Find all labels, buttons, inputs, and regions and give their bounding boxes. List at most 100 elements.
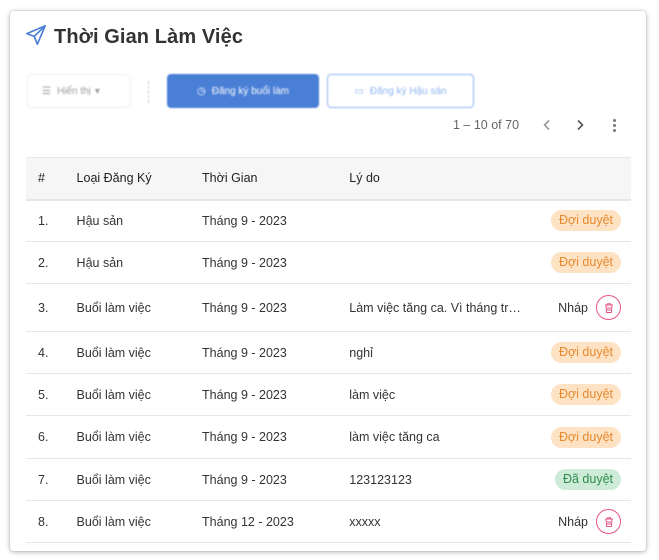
registration-time-cell: Tháng 9 - 2023: [202, 374, 349, 416]
registration-reason: 123123123: [349, 472, 412, 487]
registration-reason: nghỉ: [349, 345, 373, 360]
column-header-time: Thời Gian: [202, 157, 350, 201]
column-header-number: #: [26, 157, 77, 201]
registration-time: Tháng 9 - 2023: [202, 472, 287, 487]
registration-time-cell: Tháng 12 - 2023: [202, 501, 349, 543]
registration-type: Buổi làm việc: [76, 345, 151, 360]
delete-button[interactable]: [596, 509, 621, 534]
status-cell: Đã duyệt: [551, 459, 631, 501]
row-number: 2.: [38, 255, 49, 270]
registration-type-cell: Buổi làm việc: [77, 374, 203, 416]
registration-type-cell: Buổi làm việc: [77, 284, 203, 332]
register-session-label: Đăng ký buổi làm: [211, 85, 289, 97]
status-text: Nháp: [558, 300, 588, 315]
registration-time-cell: Tháng 9 - 2023: [202, 242, 349, 284]
row-number-cell: 2.: [26, 242, 77, 284]
row-number: 8.: [38, 514, 49, 529]
status-cell: Nháp: [551, 284, 631, 332]
status-badge: Đợi duyệt: [550, 252, 621, 273]
registration-time-cell: Tháng 9 - 2023: [202, 284, 349, 332]
table-row[interactable]: 4. Buổi làm việc Tháng 9 - 2023 nghỉ Đợi duy…: [26, 332, 631, 374]
status-cell: Đợi duyệt: [550, 416, 631, 459]
registration-time-cell: Tháng 9 - 2023: [202, 332, 349, 374]
registration-reason-cell: [349, 200, 551, 242]
registration-type-cell: Buổi làm việc: [77, 332, 203, 374]
title-row: Thời Gian Làm Việc: [25, 24, 243, 50]
registration-type: Hậu sản: [76, 213, 124, 228]
table-row[interactable]: 5. Buổi làm việc Tháng 9 - 2023 làm việc Đợi…: [26, 374, 631, 416]
registration-reason-cell: làm việc: [349, 374, 551, 416]
table-row[interactable]: 3. Buổi làm việc Tháng 9 - 2023 Làm việc tă…: [26, 284, 631, 332]
page-range: 1 – 10 of 70: [453, 118, 520, 132]
registration-time: Tháng 9 - 2023: [202, 213, 287, 228]
registration-reason: Làm việc tăng ca. Vì tháng trước: [349, 300, 528, 315]
registration-time-cell: Tháng 9 - 2023: [202, 416, 349, 459]
registration-time: Tháng 9 - 2023: [202, 430, 287, 444]
column-header-status: [550, 157, 631, 201]
register-session-button[interactable]: ◷ Đăng ký buổi làm: [167, 74, 319, 108]
next-page-button[interactable]: [571, 116, 589, 134]
work-time-card: Thời Gian Làm Việc ☰ Hiển thị ▾ ◷ Đăng k…: [10, 11, 646, 551]
send-icon: [25, 24, 47, 51]
status-cell: Nháp: [551, 501, 631, 543]
row-number-cell: 7.: [26, 459, 77, 501]
row-number: 1.: [38, 213, 49, 228]
page-title: Thời Gian Làm Việc: [54, 25, 244, 48]
registration-type: Hậu sản: [76, 255, 124, 270]
column-header-type: Loại Đăng Ký: [76, 157, 203, 201]
row-number-cell: 4.: [26, 332, 77, 374]
registration-reason-cell: làm việc tăng ca: [349, 416, 551, 459]
registration-time: Tháng 12 - 2023: [202, 514, 294, 529]
draft-status: Nháp: [558, 295, 621, 320]
registration-type: Buổi làm việc: [76, 514, 151, 529]
status-badge: Đợi duyệt: [550, 426, 621, 448]
row-number: 5.: [38, 387, 49, 402]
status-cell: Đợi duyệt: [550, 242, 631, 284]
registration-type-cell: Buổi làm việc: [77, 459, 203, 501]
registration-reason: xxxxx: [349, 514, 381, 529]
row-number-cell: 5.: [26, 374, 77, 416]
chevron-down-icon: ▾: [94, 85, 100, 97]
registration-time-cell: Tháng 9 - 2023: [202, 200, 349, 242]
table-row[interactable]: 1. Hậu sản Tháng 9 - 2023 Đợi duyệt: [26, 200, 631, 242]
registration-time: Tháng 9 - 2023: [202, 345, 287, 360]
table-header: # Loại Đăng Ký Thời Gian Lý do: [26, 157, 631, 201]
filter-icon: ☰: [42, 85, 51, 97]
toolbar-divider: [148, 81, 151, 103]
registration-reason-cell: 123123123: [349, 459, 551, 501]
chevron-left-icon: [543, 119, 550, 131]
delete-button[interactable]: [596, 295, 621, 320]
registration-time: Tháng 9 - 2023: [202, 255, 287, 270]
pagination: 1 – 10 of 70: [10, 114, 646, 136]
table-row[interactable]: 8. Buổi làm việc Tháng 12 - 2023 xxxxx Nháp: [26, 501, 631, 543]
row-number: 6.: [38, 430, 49, 444]
trash-icon: [604, 516, 613, 527]
table-row[interactable]: 7. Buổi làm việc Tháng 9 - 2023 123123123 Đã…: [26, 459, 631, 501]
row-number: 4.: [38, 345, 49, 360]
previous-page-button[interactable]: [538, 116, 556, 134]
register-leave-button[interactable]: ▭ Đăng ký Hậu sản: [327, 74, 474, 108]
registration-reason-cell: [349, 242, 551, 284]
registration-type: Buổi làm việc: [76, 387, 151, 402]
work-time-table: # Loại Đăng Ký Thời Gian Lý do 1. Hậu sản…: [26, 157, 631, 543]
status-badge: Đợi duyệt: [550, 210, 621, 232]
more-options-button[interactable]: [605, 116, 623, 134]
table-row[interactable]: 6. Buổi làm việc Tháng 9 - 2023 làm việc tă…: [26, 416, 631, 459]
table-row[interactable]: 2. Hậu sản Tháng 9 - 2023 Đợi duyệt: [26, 242, 631, 284]
display-dropdown[interactable]: ☰ Hiển thị ▾: [27, 74, 131, 108]
registration-type-cell: Hậu sản: [77, 242, 203, 284]
kebab-dot: [612, 128, 616, 132]
status-cell: Đợi duyệt: [550, 374, 631, 416]
status-badge: Đợi duyệt: [550, 384, 621, 405]
registration-reason: làm việc: [349, 387, 396, 402]
draft-status: Nháp: [558, 509, 621, 534]
toolbar: ☰ Hiển thị ▾ ◷ Đăng ký buổi làm ▭ Đăng k…: [27, 74, 627, 108]
clock-icon: ◷: [197, 85, 206, 97]
row-number-cell: 6.: [26, 416, 77, 459]
status-cell: Đợi duyệt: [550, 200, 631, 242]
kebab-icon: [612, 118, 616, 122]
trash-icon: [604, 302, 613, 313]
table-body: 1. Hậu sản Tháng 9 - 2023 Đợi duyệt 2. Hậu sả…: [26, 200, 631, 543]
row-number-cell: 1.: [26, 200, 77, 242]
row-number-cell: 3.: [26, 284, 77, 332]
